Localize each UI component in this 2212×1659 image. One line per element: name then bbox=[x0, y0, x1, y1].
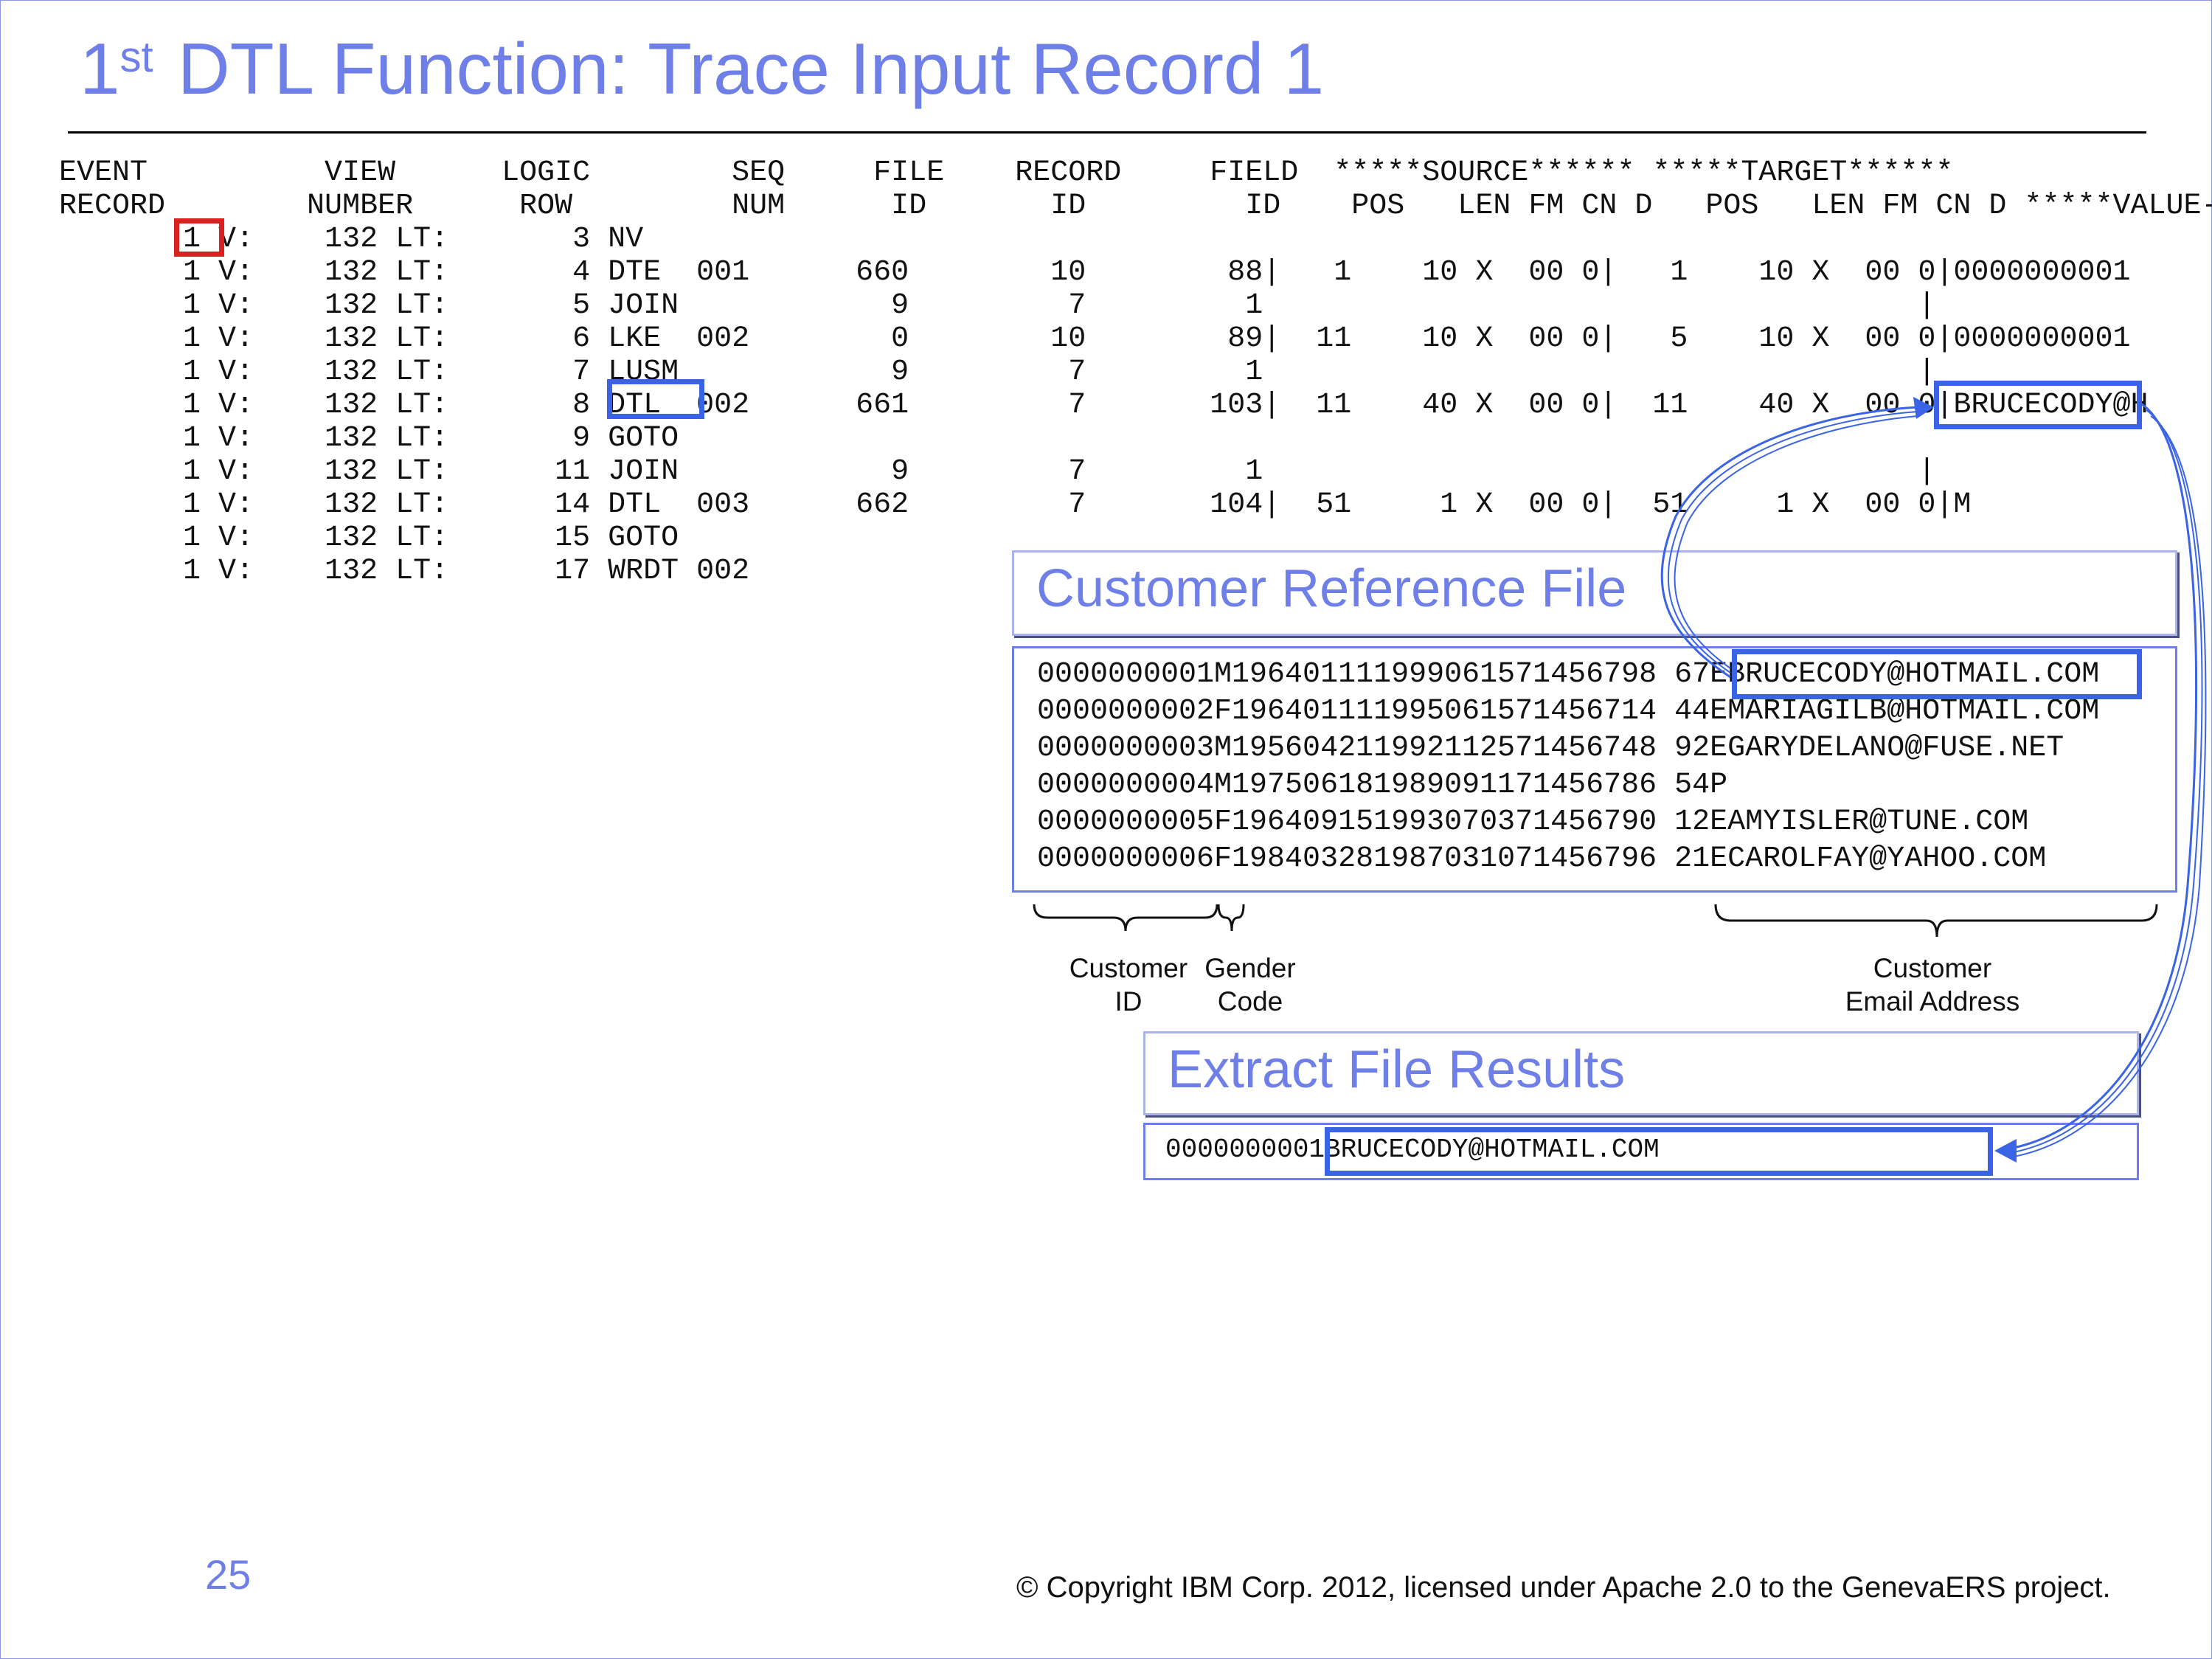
lookup-arrow bbox=[1660, 406, 1918, 679]
write-arrow bbox=[2013, 403, 2207, 1157]
copyright-notice: © Copyright IBM Corp. 2012, licensed und… bbox=[1016, 1571, 2111, 1604]
annotation-overlay bbox=[1033, 397, 2207, 1163]
lookup-arrowhead bbox=[1913, 397, 1934, 419]
gender-code-brace bbox=[1217, 904, 1245, 932]
page-number: 25 bbox=[205, 1551, 252, 1598]
write-arrowhead bbox=[1994, 1139, 2017, 1163]
customer-id-brace bbox=[1033, 904, 1218, 932]
email-brace bbox=[1714, 904, 2158, 938]
